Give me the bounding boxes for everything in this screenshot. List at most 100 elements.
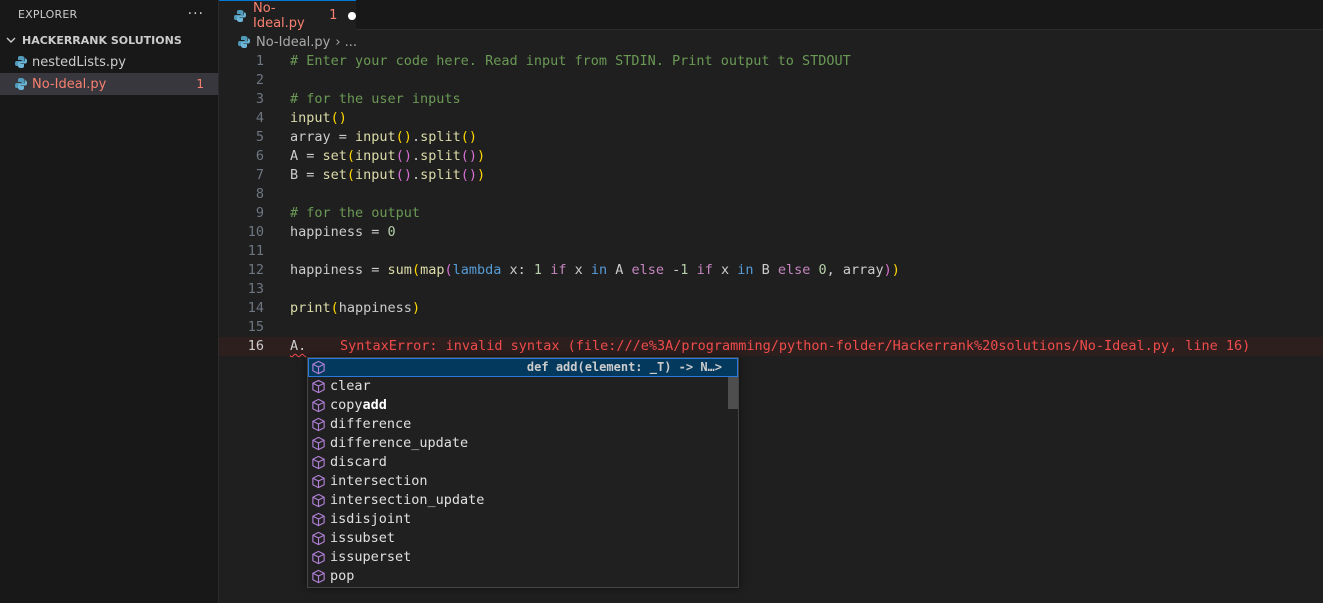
- line-code: happiness = sum(map(lambda x: 1 if x in …: [290, 262, 900, 278]
- line-code: happiness = 0: [290, 224, 396, 240]
- line-code: # Enter your code here. Read input from …: [290, 53, 851, 69]
- method-cube-icon: [311, 512, 326, 527]
- suggestion-item[interactable]: intersection_update: [308, 491, 738, 510]
- line-number: 13: [247, 281, 264, 297]
- line-number: 12: [247, 262, 264, 278]
- method-cube-icon: [311, 379, 326, 394]
- line-number: 1: [255, 53, 264, 69]
- code-line[interactable]: 14 print(happiness): [219, 299, 1323, 318]
- suggestion-label: intersection_update: [330, 492, 485, 508]
- line-number: 14: [247, 300, 264, 316]
- line-number: 3: [255, 91, 264, 107]
- file-item-nestedlists[interactable]: nestedLists.py: [0, 51, 218, 73]
- line-number: 5: [255, 129, 264, 145]
- line-number: 4: [255, 110, 264, 126]
- chevron-down-icon: [4, 35, 18, 45]
- problem-count-badge: 1: [196, 77, 204, 91]
- suggestion-label: issubset: [330, 530, 396, 546]
- code-line-current[interactable]: 16 A. SyntaxError: invalid syntax (file://…: [219, 337, 1323, 356]
- code-line[interactable]: 7 B = set(input().split()): [219, 166, 1323, 185]
- suggestion-item[interactable]: intersection: [308, 472, 738, 491]
- code-line[interactable]: 9 # for the output: [219, 204, 1323, 223]
- code-line[interactable]: 5 array = input().split(): [219, 128, 1323, 147]
- method-cube-icon: [311, 398, 326, 413]
- line-code: A = set(input().split()): [290, 148, 486, 164]
- method-cube-icon: [311, 417, 326, 432]
- file-name: nestedLists.py: [32, 54, 126, 70]
- editor-tab-bar: No-Ideal.py 1: [219, 0, 1323, 31]
- breadcrumb-separator: ›: [335, 34, 341, 50]
- line-code: # for the output: [290, 205, 421, 221]
- line-number: 10: [247, 224, 264, 240]
- line-number: 7: [255, 167, 264, 183]
- method-cube-icon: [311, 474, 326, 489]
- code-line[interactable]: 11: [219, 242, 1323, 261]
- suggestion-detail: def add(element: _T) -> N…>: [526, 360, 722, 374]
- code-line[interactable]: 4 input(): [219, 109, 1323, 128]
- explorer-title: EXPLORER: [18, 7, 78, 21]
- suggestion-item[interactable]: isdisjoint: [308, 510, 738, 529]
- python-icon: [233, 9, 247, 23]
- suggestion-item[interactable]: copy: [308, 396, 738, 415]
- suggestion-item[interactable]: clear: [308, 377, 738, 396]
- code-line[interactable]: 1 # Enter your code here. Read input from…: [219, 52, 1323, 71]
- line-number: 11: [247, 243, 264, 259]
- code-line[interactable]: 10 happiness = 0: [219, 223, 1323, 242]
- code-line[interactable]: 13: [219, 280, 1323, 299]
- suggestion-label: pop: [330, 568, 355, 584]
- python-icon: [14, 77, 28, 91]
- folder-hackerrank-solutions[interactable]: HACKERRANK SOLUTIONS: [0, 29, 218, 51]
- line-number: 16: [247, 338, 264, 354]
- line-number: 8: [255, 186, 264, 202]
- unsaved-dot-icon[interactable]: [348, 11, 356, 20]
- method-cube-icon: [311, 360, 326, 375]
- suggestion-item[interactable]: difference: [308, 415, 738, 434]
- code-line[interactable]: 6 A = set(input().split()): [219, 147, 1323, 166]
- tab-label: No-Ideal.py: [253, 0, 305, 31]
- suggestion-label: issuperset: [330, 549, 412, 565]
- suggestion-label: discard: [330, 454, 387, 470]
- breadcrumb-more[interactable]: ...: [345, 35, 357, 50]
- suggestion-item[interactable]: discard: [308, 453, 738, 472]
- line-number: 15: [247, 319, 264, 335]
- line-number: 6: [255, 148, 264, 164]
- folder-name: HACKERRANK SOLUTIONS: [22, 33, 182, 47]
- syntax-error-squiggle: A.: [290, 338, 307, 354]
- line-code: array = input().split(): [290, 129, 477, 145]
- line-code: B = set(input().split()): [290, 167, 486, 183]
- line-code: print(happiness): [290, 300, 421, 316]
- line-number: 2: [255, 72, 264, 88]
- line-code: A.: [290, 337, 306, 356]
- method-cube-icon: [311, 569, 326, 584]
- suggestion-item[interactable]: difference_update: [308, 434, 738, 453]
- file-item-no-ideal[interactable]: No-Ideal.py 1: [0, 73, 218, 95]
- line-code: # for the user inputs: [290, 91, 461, 107]
- method-cube-icon: [311, 531, 326, 546]
- suggestion-label: difference: [330, 416, 412, 432]
- inline-error-message: SyntaxError: invalid syntax (file:///e%3…: [340, 338, 1251, 354]
- code-line[interactable]: 15: [219, 318, 1323, 337]
- code-line[interactable]: 8: [219, 185, 1323, 204]
- code-line[interactable]: 2: [219, 71, 1323, 90]
- tab-no-ideal[interactable]: No-Ideal.py 1: [219, 0, 356, 31]
- suggestion-item[interactable]: pop: [308, 567, 738, 586]
- autocomplete-suggestions[interactable]: add def add(element: _T) -> N…> clear co…: [307, 357, 739, 588]
- suggestion-label: intersection: [330, 473, 428, 489]
- explorer-sidebar: EXPLORER ··· HACKERRANK SOLUTIONS nested…: [0, 0, 219, 603]
- breadcrumb-file[interactable]: No-Ideal.py: [256, 35, 330, 50]
- more-actions-button[interactable]: ···: [188, 6, 204, 22]
- method-cube-icon: [311, 455, 326, 470]
- suggestion-label: isdisjoint: [330, 511, 412, 527]
- code-line[interactable]: 3 # for the user inputs: [219, 90, 1323, 109]
- suggestion-item[interactable]: issuperset: [308, 548, 738, 567]
- suggestion-item-selected[interactable]: add def add(element: _T) -> N…>: [308, 358, 738, 413]
- explorer-header: EXPLORER ···: [0, 0, 218, 28]
- suggestion-label: clear: [330, 378, 371, 394]
- python-icon: [14, 55, 28, 69]
- suggestion-label: copy: [330, 397, 363, 413]
- python-icon: [237, 35, 251, 49]
- method-cube-icon: [311, 493, 326, 508]
- suggestion-item[interactable]: issubset: [308, 529, 738, 548]
- code-line[interactable]: 12 happiness = sum(map(lambda x: 1 if x i…: [219, 261, 1323, 280]
- line-number: 9: [255, 205, 264, 221]
